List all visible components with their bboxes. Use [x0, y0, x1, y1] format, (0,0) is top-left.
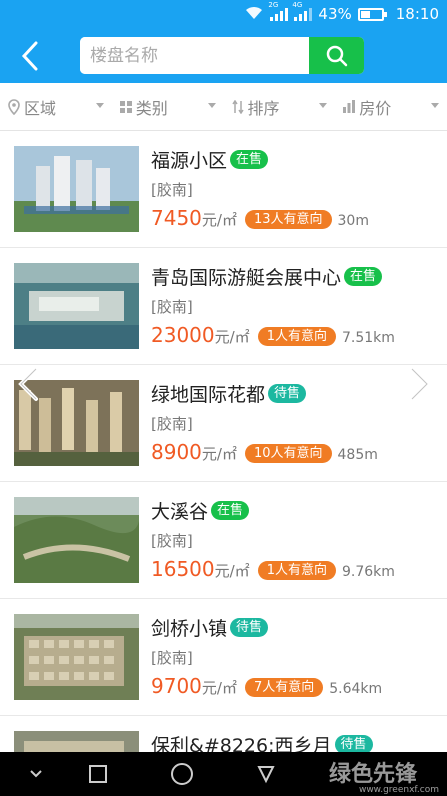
search-input[interactable] — [80, 37, 309, 74]
grid-icon — [119, 100, 132, 113]
status-badge: 在售 — [344, 266, 383, 286]
square-icon — [89, 765, 107, 783]
listing-name: 剑桥小镇 — [151, 617, 228, 640]
status-badge: 待售 — [268, 383, 307, 403]
list-item[interactable]: 福源小区 在售 [胶南] 7450 元/㎡ 13人有意向 30m — [0, 131, 447, 248]
filter-sort[interactable]: 排序 — [224, 83, 336, 130]
property-image — [14, 263, 139, 349]
watermark-logo: 绿色先锋 www.greenxf.com — [329, 756, 439, 795]
location-pin-icon — [8, 98, 20, 115]
system-nav-bar: 绿色先锋 www.greenxf.com — [0, 752, 447, 796]
caret-down-icon — [95, 103, 104, 108]
listing-price: 16500 — [151, 557, 215, 581]
listing-district: [胶南] — [151, 649, 193, 667]
search-box — [80, 37, 364, 74]
carousel-next-button[interactable] — [404, 366, 434, 402]
chevron-left-icon — [18, 367, 38, 401]
chevron-right-icon — [410, 367, 430, 401]
caret-down-icon — [431, 103, 439, 108]
status-badge: 在售 — [211, 500, 250, 520]
nav-hide-button[interactable] — [22, 762, 50, 786]
interest-badge: 1人有意向 — [257, 326, 336, 346]
listing-district: [胶南] — [151, 181, 193, 199]
filter-area[interactable]: 区域 — [0, 83, 112, 130]
filter-bar: 区域 类别 排序 房价 — [0, 83, 447, 131]
watermark-text: 绿色先锋 — [328, 762, 417, 787]
listing-district: [胶南] — [151, 298, 193, 316]
signal-icon-2: 4G — [292, 1, 313, 21]
price-unit: 元/㎡ — [201, 679, 237, 697]
listing-district: [胶南] — [151, 532, 193, 550]
interest-badge: 13人有意向 — [244, 209, 332, 229]
price-unit: 元/㎡ — [214, 328, 250, 346]
listing-list: 福源小区 在售 [胶南] 7450 元/㎡ 13人有意向 30m 青岛国际游艇会… — [0, 131, 447, 796]
caret-down-icon — [319, 103, 328, 108]
bar-chart-icon — [343, 100, 356, 113]
list-item[interactable]: 绿地国际花都 待售 [胶南] 8900 元/㎡ 10人有意向 485m — [0, 365, 447, 482]
battery-icon — [357, 7, 387, 21]
chevron-down-icon — [30, 770, 42, 778]
triangle-back-icon — [257, 766, 275, 784]
filter-category-label: 类别 — [135, 98, 168, 118]
nav-home-button[interactable] — [168, 762, 196, 786]
listing-distance: 30m — [337, 213, 369, 229]
interest-badge: 1人有意向 — [257, 560, 336, 580]
search-icon — [326, 45, 347, 66]
circle-icon — [171, 763, 193, 785]
filter-price[interactable]: 房价 — [335, 83, 447, 130]
interest-badge: 10人有意向 — [244, 443, 332, 463]
status-bar: 2G 4G 43% 18:10 — [0, 0, 447, 28]
price-unit: 元/㎡ — [201, 445, 237, 463]
listing-price: 23000 — [151, 323, 215, 347]
filter-sort-label: 排序 — [247, 98, 280, 118]
clock: 18:10 — [395, 5, 439, 23]
back-button[interactable] — [0, 28, 60, 83]
nav-back-button[interactable] — [252, 762, 280, 786]
caret-down-icon — [207, 103, 216, 108]
nav-recents-button[interactable] — [84, 762, 112, 786]
list-item[interactable]: 剑桥小镇 待售 [胶南] 9700 元/㎡ 7人有意向 5.64km — [0, 599, 447, 716]
filter-price-label: 房价 — [359, 98, 392, 118]
listing-distance: 7.51km — [341, 330, 395, 346]
list-item[interactable]: 青岛国际游艇会展中心 在售 [胶南] 23000 元/㎡ 1人有意向 7.51k… — [0, 248, 447, 365]
listing-name: 青岛国际游艇会展中心 — [151, 266, 342, 289]
chevron-left-icon — [21, 41, 38, 70]
signal-icon: 2G — [268, 1, 289, 21]
interest-badge: 7人有意向 — [244, 677, 324, 697]
filter-category[interactable]: 类别 — [112, 83, 224, 130]
listing-price: 9700 — [151, 674, 202, 698]
wifi-icon — [244, 5, 264, 24]
search-button[interactable] — [309, 37, 364, 74]
battery-percent: 43% — [318, 5, 352, 23]
sort-icon — [231, 99, 244, 114]
status-badge: 待售 — [334, 734, 373, 754]
listing-district: [胶南] — [151, 415, 193, 433]
listing-name: 绿地国际花都 — [151, 383, 266, 406]
watermark-url: www.greenxf.com — [358, 785, 439, 795]
listing-distance: 485m — [337, 447, 378, 463]
listing-distance: 5.64km — [329, 681, 383, 697]
property-image — [14, 146, 139, 232]
header — [0, 28, 447, 83]
price-unit: 元/㎡ — [201, 211, 237, 229]
status-badge: 待售 — [230, 617, 269, 637]
price-unit: 元/㎡ — [214, 562, 250, 580]
listing-name: 福源小区 — [151, 149, 228, 172]
listing-distance: 9.76km — [341, 564, 395, 580]
filter-area-label: 区域 — [24, 98, 57, 118]
listing-name: 大溪谷 — [151, 500, 209, 523]
listing-price: 7450 — [151, 206, 202, 230]
property-image — [14, 614, 139, 700]
carousel-prev-button[interactable] — [14, 366, 44, 402]
list-item[interactable]: 大溪谷 在售 [胶南] 16500 元/㎡ 1人有意向 9.76km — [0, 482, 447, 599]
listing-price: 8900 — [151, 440, 202, 464]
status-badge: 在售 — [230, 149, 269, 169]
property-image — [14, 497, 139, 583]
